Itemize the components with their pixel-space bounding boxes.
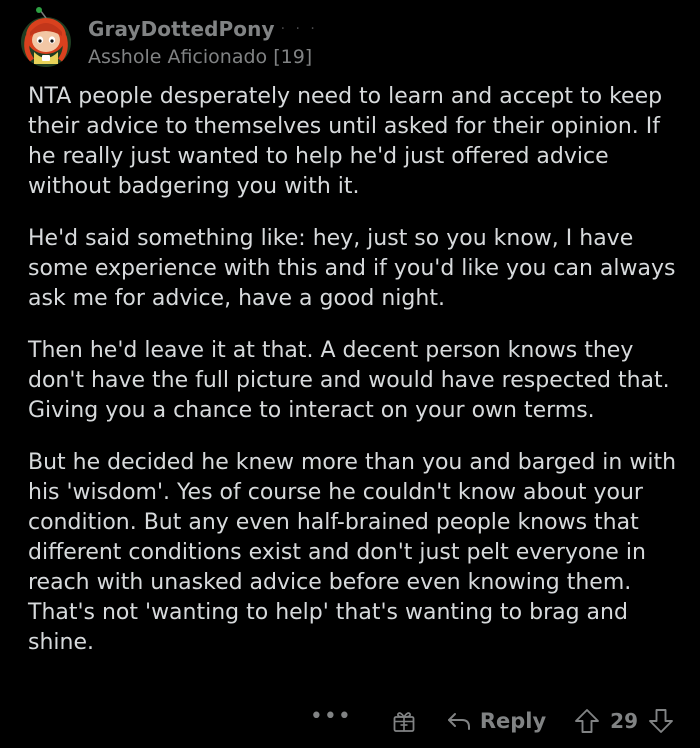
comment-paragraph-3: Then he'd leave it at that. A decent per… bbox=[28, 338, 670, 423]
award-icon bbox=[393, 712, 415, 732]
user-flair: Asshole Aficionado [19] bbox=[88, 46, 313, 68]
reply-button[interactable]: Reply bbox=[446, 709, 546, 733]
more-options-button[interactable]: ••• bbox=[310, 706, 352, 735]
award-button[interactable] bbox=[392, 709, 416, 733]
upvote-arrow-icon bbox=[575, 709, 600, 733]
comment-paragraph-4: But he decided he knew more than you and… bbox=[28, 450, 677, 655]
downvote-button[interactable] bbox=[648, 708, 674, 734]
snoo-avatar-icon bbox=[21, 7, 71, 67]
comment-header: GrayDottedPony · · · Asshole Aficionado … bbox=[18, 6, 318, 68]
comment-paragraph-1: NTA people desperately need to learn and… bbox=[28, 84, 663, 199]
comment-paragraph-2: He'd said something like: hey, just so y… bbox=[28, 226, 676, 311]
avatar[interactable] bbox=[18, 6, 74, 68]
comment-action-bar: ••• Reply 29 bbox=[310, 704, 674, 738]
vote-score: 29 bbox=[610, 709, 638, 733]
upvote-button[interactable] bbox=[574, 708, 600, 734]
user-meta: GrayDottedPony · · · Asshole Aficionado … bbox=[88, 16, 318, 68]
username-row: GrayDottedPony · · · bbox=[88, 16, 318, 42]
reply-label: Reply bbox=[479, 709, 547, 733]
downvote-arrow-icon bbox=[649, 709, 673, 733]
username-link[interactable]: GrayDottedPony bbox=[88, 17, 275, 41]
meta-dots: · · · bbox=[280, 21, 318, 37]
comment-body: NTA people desperately need to learn and… bbox=[28, 82, 688, 680]
reply-arrow-icon bbox=[447, 713, 470, 730]
comment: GrayDottedPony · · · Asshole Aficionado … bbox=[0, 0, 700, 748]
